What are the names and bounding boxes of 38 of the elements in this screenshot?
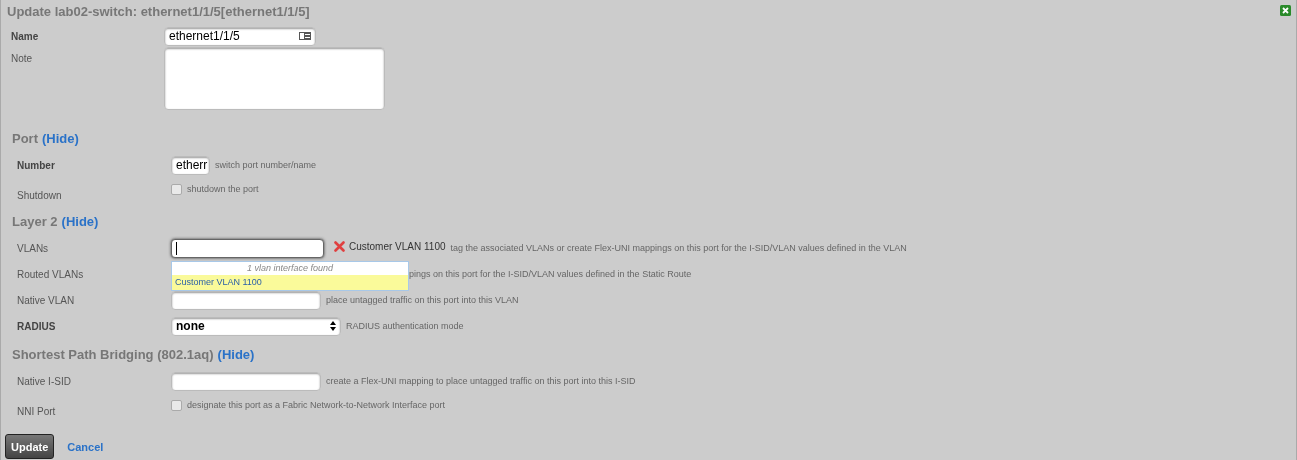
section-heading: Port [12,131,38,146]
help-text: pings on this port for the I-SID/VLAN values defined in the Static Route [409,269,692,279]
field-label: Note [11,53,34,64]
name-field[interactable]: ethernet1/1/5 [164,26,316,46]
text-field[interactable] [171,371,321,391]
help-text: place untagged traffic on this port into this VLAN [326,295,519,305]
update-button[interactable]: Update [5,434,55,459]
dialog-title: Update lab02-switch: ethernet1/1/5[ethernet1/1/5] [6,4,310,21]
field-label: Native VLAN [17,294,76,306]
note-field[interactable] [164,47,385,110]
help-text: RADIUS authentication mode [346,321,464,331]
result-count: 1 vlan interface found [245,261,335,275]
remove-icon[interactable] [334,240,345,252]
id-card-icon [299,32,311,40]
autocomplete-option[interactable]: Customer VLAN 1100 [172,274,408,290]
field-label: Shutdown [17,189,63,201]
field-label: Native I-SID [17,375,72,387]
select-field[interactable]: none [171,316,341,336]
vlan-search-field[interactable] [171,238,324,258]
checkbox[interactable] [171,399,182,411]
checkbox[interactable] [171,183,182,195]
field-label: RADIUS [17,320,57,332]
field-label: Name [11,30,40,42]
field-label: NNI Port [17,405,57,417]
close-icon[interactable] [1280,5,1291,16]
help-text: shutdown the port [187,184,259,194]
vlan-token: Customer VLAN 1100 [349,240,446,252]
field-label: Routed VLANs [17,268,85,280]
field-label: VLANs [17,242,50,254]
help-text: switch port number/name [215,160,317,170]
section-heading: Shortest Path Bridging (802.1aq) [12,347,214,362]
help-text: designate this port as a Fabric Network-to-Network Interface port [187,400,446,410]
updown-icon [330,321,336,331]
section-heading: Layer 2 [12,214,58,229]
number-field[interactable]: etherr [171,155,210,175]
help-text: tag the associated VLANs or create Flex-UNI mappings on this port for the I-SID/VLAN values defined in the VLAN [450,243,907,253]
help-text: create a Flex-UNI mapping to place untagged traffic on this port into this I-SID [326,376,636,386]
field-label: Number [17,159,56,171]
